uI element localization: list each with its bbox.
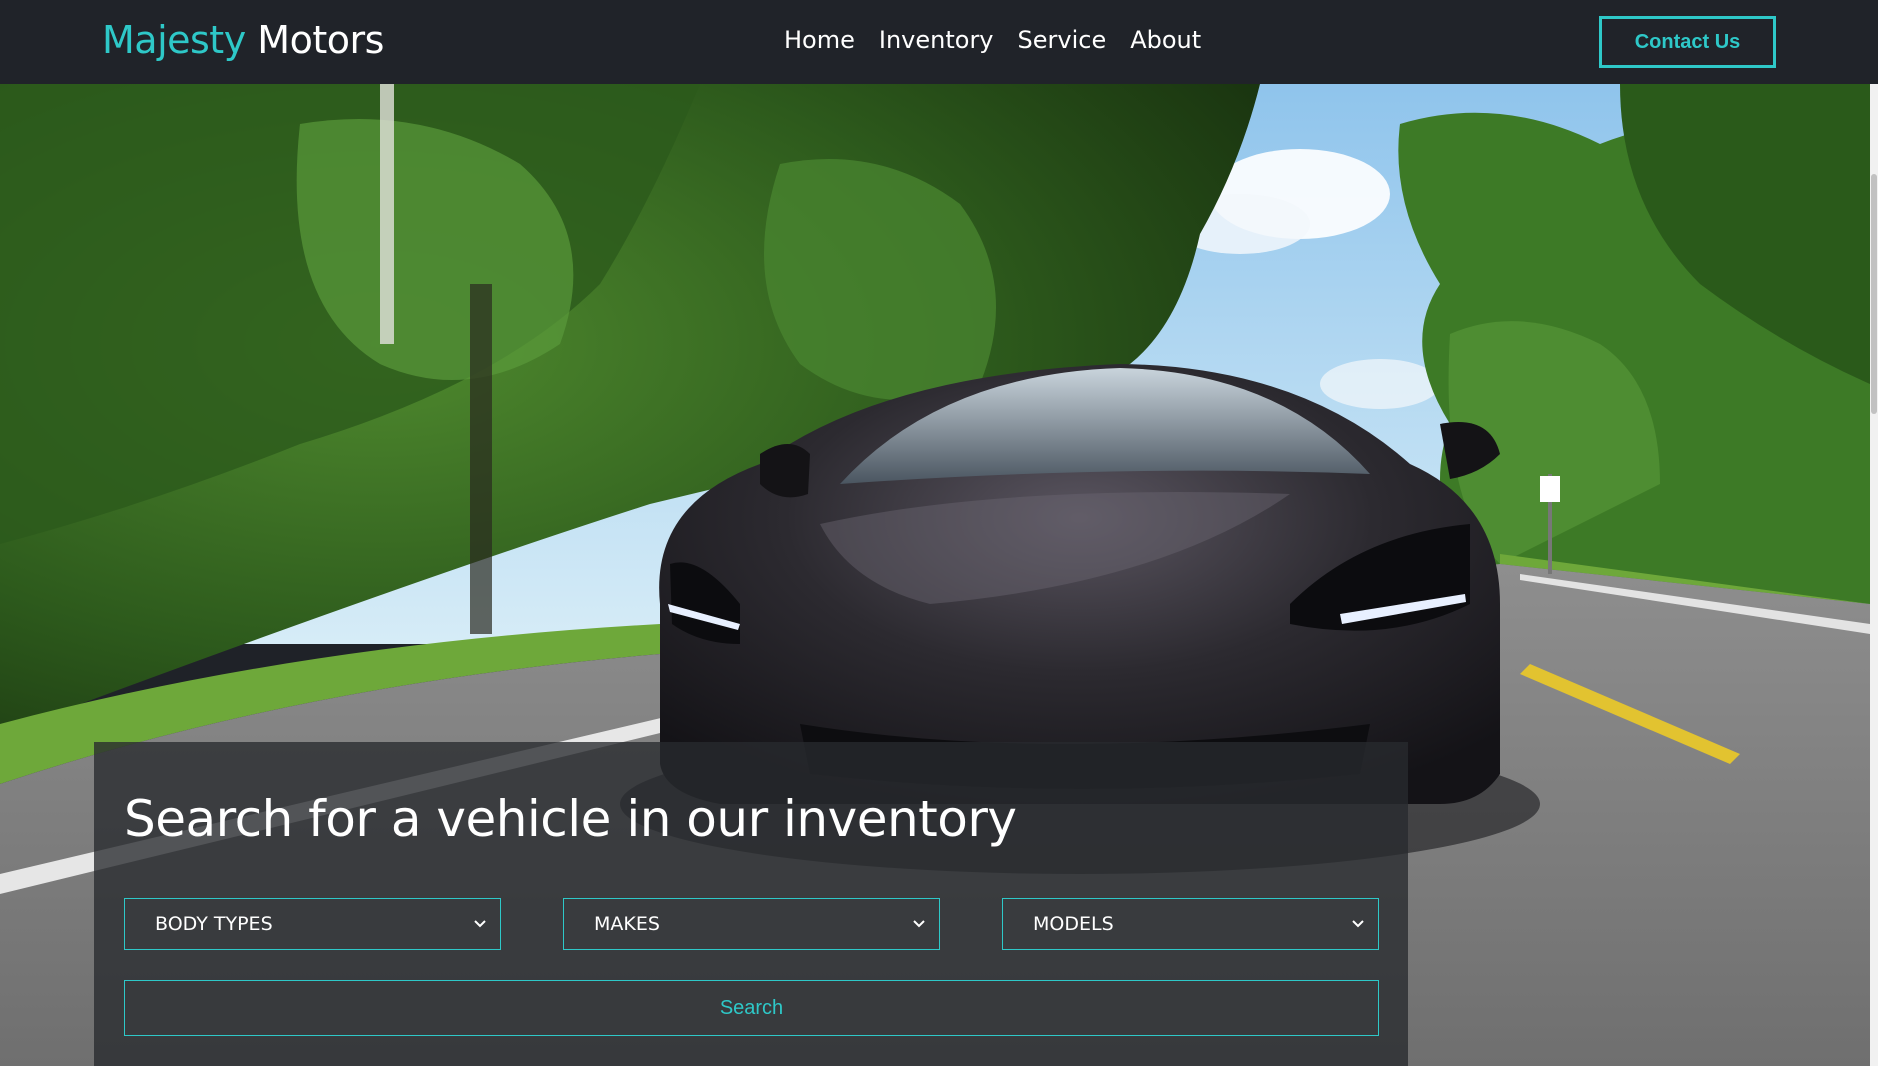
body-types-label: BODY TYPES: [155, 913, 273, 935]
scrollbar-thumb[interactable]: [1871, 174, 1877, 414]
contact-us-button[interactable]: Contact Us: [1599, 16, 1776, 68]
search-title: Search for a vehicle in our inventory: [124, 790, 1017, 848]
chevron-down-icon: [913, 920, 925, 928]
body-types-select[interactable]: BODY TYPES: [124, 898, 501, 950]
nav-link-home[interactable]: Home: [784, 26, 855, 54]
chevron-down-icon: [1352, 920, 1364, 928]
search-button[interactable]: Search: [124, 980, 1379, 1036]
brand-rest: Motors: [257, 18, 384, 62]
navbar: Majesty Motors Home Inventory Service Ab…: [0, 0, 1878, 84]
scrollbar[interactable]: [1870, 84, 1878, 1066]
nav-link-service[interactable]: Service: [1018, 26, 1107, 54]
brand-accent: Majesty: [102, 18, 246, 62]
nav-links: Home Inventory Service About: [784, 26, 1201, 54]
models-label: MODELS: [1033, 913, 1114, 935]
models-select[interactable]: MODELS: [1002, 898, 1379, 950]
makes-select[interactable]: MAKES: [563, 898, 940, 950]
nav-link-inventory[interactable]: Inventory: [879, 26, 994, 54]
brand-logo[interactable]: Majesty Motors: [102, 18, 384, 62]
makes-label: MAKES: [594, 913, 660, 935]
search-panel: Search for a vehicle in our inventory BO…: [94, 742, 1408, 1066]
nav-link-about[interactable]: About: [1130, 26, 1201, 54]
chevron-down-icon: [474, 920, 486, 928]
